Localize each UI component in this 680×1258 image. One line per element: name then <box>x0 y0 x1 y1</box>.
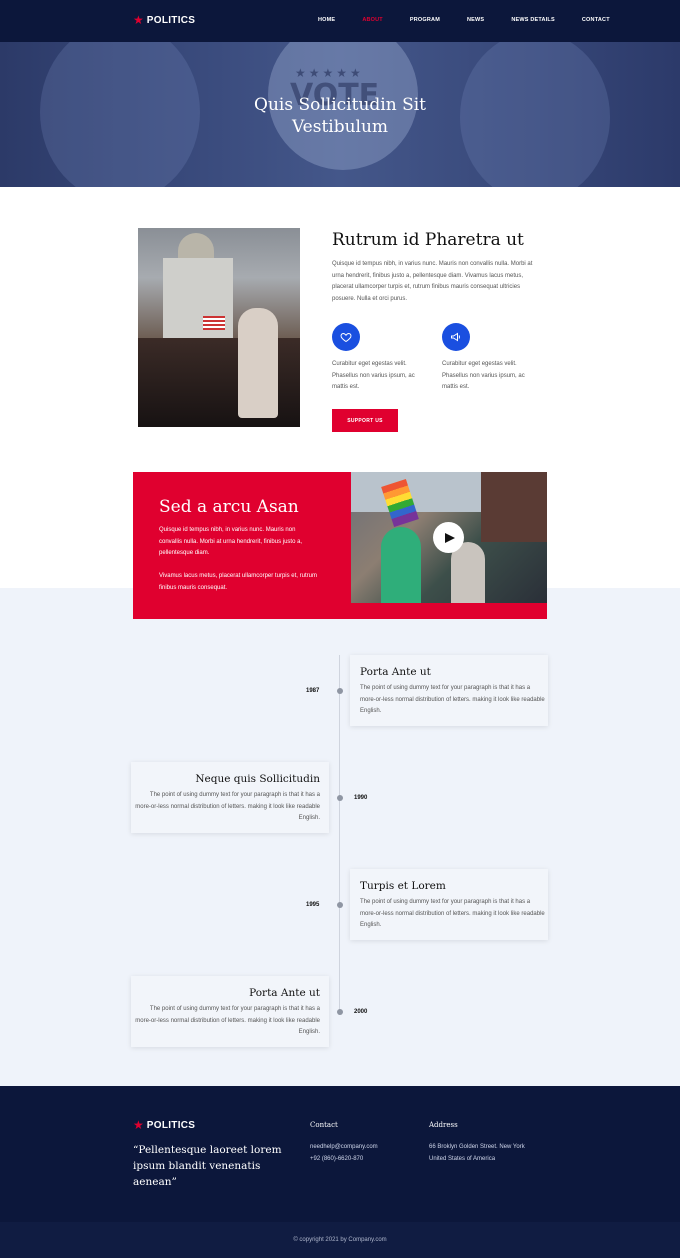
megaphone-icon <box>442 323 470 351</box>
about-text: Quisque id tempus nibh, in varius nunc. … <box>332 261 533 302</box>
page-title-line2: Vestibulum <box>291 117 389 137</box>
footer: ★ POLITICS “Pellentesque laoreet lorem i… <box>0 1086 680 1222</box>
timeline-card: Porta Ante ut The point of using dummy t… <box>350 655 548 726</box>
timeline-card-title: Porta Ante ut <box>360 666 431 678</box>
play-button[interactable] <box>433 522 464 553</box>
timeline-dot <box>337 795 343 801</box>
nav-about[interactable]: ABOUT <box>362 17 383 23</box>
image-flag <box>203 316 225 330</box>
nav-contact[interactable]: CONTACT <box>582 17 610 23</box>
timeline-card: Neque quis Sollicitudin The point of usi… <box>131 762 329 833</box>
contact-email-link[interactable]: needhelp@company.com <box>310 1144 378 1150</box>
nav-program[interactable]: PROGRAM <box>410 17 440 23</box>
nav-home[interactable]: HOME <box>318 17 335 23</box>
video-thumbnail[interactable] <box>351 472 547 603</box>
logo-text: POLITICS <box>146 14 196 26</box>
star-icon: ★ <box>133 13 144 27</box>
play-icon <box>444 532 455 543</box>
feature-card-text-1: Quisque id tempus nibh, in varius nunc. … <box>159 527 303 556</box>
timeline-card-text: The point of using dummy text for your p… <box>135 1006 320 1035</box>
timeline-card-title: Neque quis Sollicitudin <box>195 773 320 785</box>
timeline-year: 2000 <box>354 1009 368 1015</box>
contact-title: Contact <box>310 1121 338 1129</box>
feature-text-2: Curabitur eget egestas velit. Phasellus … <box>442 361 525 390</box>
timeline-card: Porta Ante ut The point of using dummy t… <box>131 976 329 1047</box>
video-person <box>451 542 485 603</box>
timeline-card: Turpis et Lorem The point of using dummy… <box>350 869 548 940</box>
address-line-1: 66 Broklyn Golden Street. New York <box>429 1144 525 1150</box>
main-menu: HOME ABOUT PROGRAM NEWS NEWS DETAILS CON… <box>318 17 610 23</box>
footer-logo[interactable]: ★ POLITICS <box>133 1119 195 1131</box>
nav-news[interactable]: NEWS <box>467 17 484 23</box>
footer-quote: “Pellentesque laoreet lorem ipsum blandi… <box>133 1144 282 1188</box>
star-icon: ★ <box>133 1118 144 1132</box>
feature-card-title: Sed a arcu Asan <box>159 497 299 517</box>
contact-phone-link[interactable]: +92 (860)-6620-870 <box>310 1156 363 1162</box>
support-us-button[interactable]: SUPPORT US <box>332 409 398 432</box>
image-person <box>238 308 278 418</box>
site-logo[interactable]: ★ POLITICS <box>133 14 195 26</box>
timeline-year: 1995 <box>306 902 320 908</box>
timeline-line <box>339 655 340 1015</box>
video-building <box>481 472 547 542</box>
address-line-2: United States of America <box>429 1156 496 1162</box>
timeline-card-text: The point of using dummy text for your p… <box>360 685 545 714</box>
copyright-text: © copyright 2021 by Company.com <box>293 1237 387 1243</box>
timeline-dot <box>337 902 343 908</box>
capitol-protest-image <box>138 228 300 427</box>
hero-banner: ★★★★★ VOTE Quis Sollicitudin Sit Vestibu… <box>0 42 680 187</box>
feature-text-1: Curabitur eget egestas velit. Phasellus … <box>332 361 415 390</box>
timeline-dot <box>337 688 343 694</box>
address-title: Address <box>429 1121 458 1129</box>
page-title: Quis Sollicitudin Sit Vestibulum <box>0 94 680 138</box>
video-person <box>381 527 421 603</box>
heart-icon <box>332 323 360 351</box>
timeline-card-title: Porta Ante ut <box>249 987 320 999</box>
top-nav: ★ POLITICS HOME ABOUT PROGRAM NEWS NEWS … <box>0 0 680 42</box>
page-title-line1: Quis Sollicitudin Sit <box>254 95 426 115</box>
timeline-card-text: The point of using dummy text for your p… <box>360 899 545 928</box>
timeline-year: 1990 <box>354 795 368 801</box>
nav-news-details[interactable]: NEWS DETAILS <box>511 17 555 23</box>
timeline-card-title: Turpis et Lorem <box>360 880 446 892</box>
feature-card: Sed a arcu Asan Quisque id tempus nibh, … <box>133 472 547 619</box>
about-title: Rutrum id Pharetra ut <box>332 230 524 250</box>
copyright-bar: © copyright 2021 by Company.com <box>0 1222 680 1258</box>
timeline-year: 1987 <box>306 688 320 694</box>
logo-text: POLITICS <box>146 1119 196 1131</box>
timeline-card-text: The point of using dummy text for your p… <box>135 792 320 821</box>
timeline-dot <box>337 1009 343 1015</box>
feature-card-text-2: Vivamus lacus metus, placerat ullamcorpe… <box>159 573 317 591</box>
